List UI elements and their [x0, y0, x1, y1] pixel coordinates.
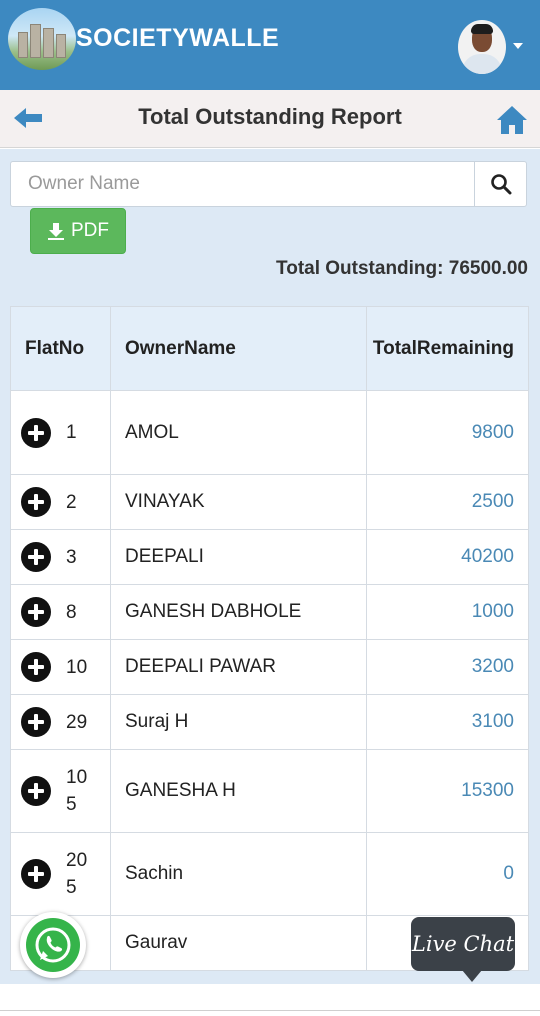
- flatno-cell: 10: [10, 639, 111, 695]
- total-remaining-cell: 15300: [366, 749, 529, 833]
- table-row: 10 DEEPALI PAWAR 3200: [10, 639, 529, 695]
- search-icon: [491, 174, 512, 195]
- flatno-cell: 1: [10, 390, 111, 475]
- whatsapp-button[interactable]: [20, 912, 86, 978]
- flat-number: 8: [66, 601, 77, 623]
- owner-name-cell: GANESH DABHOLE: [110, 584, 367, 640]
- owner-name-cell: Suraj H: [110, 694, 367, 750]
- flatno-cell: 8: [10, 584, 111, 640]
- table-row: 3 DEEPALI 40200: [10, 529, 529, 585]
- expand-row-icon[interactable]: [21, 542, 51, 572]
- owner-name-cell: VINAYAK: [110, 474, 367, 530]
- owner-name-cell: AMOL: [110, 390, 367, 475]
- owner-name-cell: GANESHA H: [110, 749, 367, 833]
- flat-number: 205: [66, 850, 88, 898]
- owner-name-cell: DEEPALI: [110, 529, 367, 585]
- brand-name: SOCIETYWALLE: [76, 24, 280, 52]
- expand-row-icon[interactable]: [21, 487, 51, 517]
- flatno-cell: 105: [10, 749, 111, 833]
- table-row: 2 VINAYAK 2500: [10, 474, 529, 530]
- search-button[interactable]: [474, 162, 527, 206]
- expand-row-icon[interactable]: [21, 707, 51, 737]
- chat-bubble-tail: [462, 970, 482, 982]
- expand-row-icon[interactable]: [21, 652, 51, 682]
- table-header-row: FlatNo OwnerName TotalRemaining: [10, 306, 529, 391]
- table-row: 1 AMOL 9800: [10, 390, 529, 475]
- flat-number: 105: [66, 767, 88, 815]
- live-chat-button[interactable]: Live Chat: [411, 917, 515, 971]
- table-row: 205 Sachin 0: [10, 832, 529, 916]
- total-remaining-cell: 9800: [366, 390, 529, 475]
- download-icon: [48, 223, 64, 240]
- app-header: SOCIETYWALLE: [0, 0, 540, 90]
- home-icon[interactable]: [496, 104, 528, 136]
- owner-name-cell: Sachin: [110, 832, 367, 916]
- total-remaining-cell: 1000: [366, 584, 529, 640]
- expand-row-icon[interactable]: [21, 597, 51, 627]
- flatno-cell: 205: [10, 832, 111, 916]
- total-remaining-cell: 2500: [366, 474, 529, 530]
- pdf-button-label: PDF: [71, 220, 109, 241]
- flat-number: 2: [66, 491, 77, 513]
- column-header-ownername[interactable]: OwnerName: [110, 306, 367, 391]
- expand-row-icon[interactable]: [21, 417, 51, 448]
- table-row: 105 GANESHA H 15300: [10, 749, 529, 833]
- total-remaining-cell: 0: [366, 832, 529, 916]
- flat-number: 10: [66, 656, 88, 678]
- total-remaining-cell: 3200: [366, 639, 529, 695]
- flatno-cell: 3: [10, 529, 111, 585]
- expand-row-icon[interactable]: [21, 859, 51, 889]
- outstanding-table: FlatNo OwnerName TotalRemaining 1 AMOL 980…: [10, 306, 529, 971]
- society-logo: [8, 8, 76, 70]
- column-header-flatno[interactable]: FlatNo: [10, 306, 111, 391]
- avatar[interactable]: [458, 20, 506, 74]
- whatsapp-icon: [35, 927, 71, 963]
- chevron-down-icon[interactable]: [513, 43, 523, 49]
- column-header-totalremaining[interactable]: TotalRemaining: [366, 306, 529, 391]
- flat-number: 1: [66, 422, 77, 443]
- search-bar: [10, 161, 527, 207]
- owner-name-cell: Gaurav: [110, 915, 367, 971]
- flat-number: 3: [66, 546, 77, 568]
- total-remaining-cell: 40200: [366, 529, 529, 585]
- pdf-download-button[interactable]: PDF: [30, 208, 126, 254]
- divider: [0, 1010, 540, 1011]
- flatno-cell: 29: [10, 694, 111, 750]
- expand-row-icon[interactable]: [21, 776, 51, 806]
- flatno-cell: 2: [10, 474, 111, 530]
- page-title: Total Outstanding Report: [138, 104, 402, 129]
- owner-name-cell: DEEPALI PAWAR: [110, 639, 367, 695]
- total-remaining-cell: 3100: [366, 694, 529, 750]
- table-row: 29 Suraj H 3100: [10, 694, 529, 750]
- total-outstanding: Total Outstanding: 76500.00: [276, 258, 528, 279]
- flat-number: 29: [66, 711, 88, 733]
- table-row: 8 GANESH DABHOLE 1000: [10, 584, 529, 640]
- owner-search-input[interactable]: [11, 162, 473, 206]
